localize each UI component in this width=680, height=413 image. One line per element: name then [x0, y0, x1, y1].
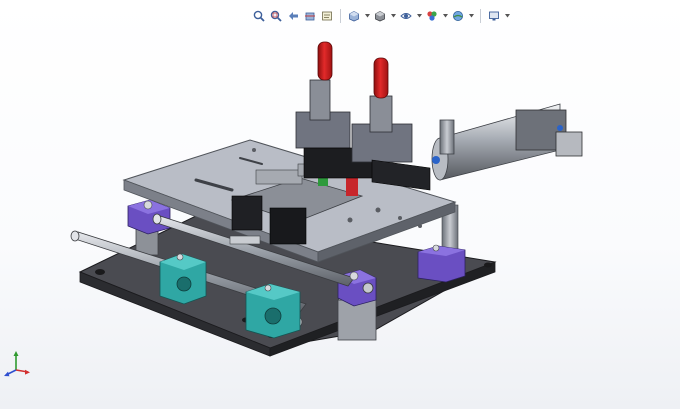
- toolbar-separator: [340, 9, 341, 23]
- apply-scene-icon[interactable]: [451, 8, 465, 24]
- edit-appearance-icon[interactable]: [425, 8, 439, 24]
- cad-model-view[interactable]: [0, 0, 680, 409]
- chevron-down-icon[interactable]: [504, 8, 510, 24]
- dynamic-annotation-icon[interactable]: [320, 8, 334, 24]
- display-style-icon[interactable]: [373, 8, 387, 24]
- reference-triad[interactable]: [2, 350, 32, 380]
- chevron-down-icon[interactable]: [416, 8, 422, 24]
- chevron-down-icon[interactable]: [468, 8, 474, 24]
- heads-up-view-toolbar: [252, 6, 510, 26]
- chevron-down-icon[interactable]: [364, 8, 370, 24]
- view-orientation-icon[interactable]: [347, 8, 361, 24]
- zoom-to-fit-icon[interactable]: [252, 8, 266, 24]
- graphics-area[interactable]: [0, 0, 680, 409]
- zoom-to-area-icon[interactable]: [269, 8, 283, 24]
- chevron-down-icon[interactable]: [442, 8, 448, 24]
- previous-view-icon[interactable]: [286, 8, 300, 24]
- toolbar-separator: [480, 9, 481, 23]
- pneumatic-cylinder[interactable]: [431, 103, 583, 181]
- hide-show-items-icon[interactable]: [399, 8, 413, 24]
- view-settings-icon[interactable]: [487, 8, 501, 24]
- chevron-down-icon[interactable]: [390, 8, 396, 24]
- section-view-icon[interactable]: [303, 8, 317, 24]
